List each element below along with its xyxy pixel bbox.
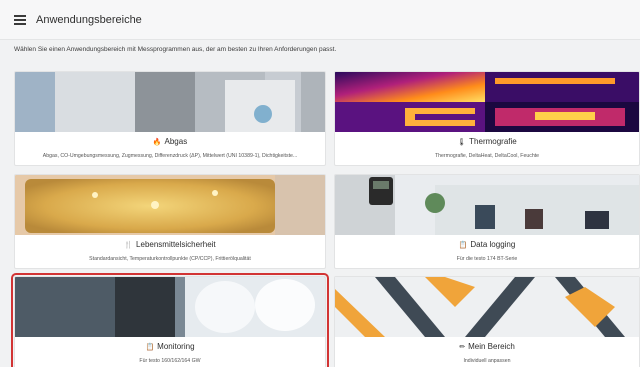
card-thermografie-title: 🌡 Thermografie [457,137,517,146]
abgas-image [15,72,325,132]
card-lebensmittelsicherheit-description: Standardansicht, Temperaturkontrollpunkt… [89,256,251,262]
clipboard-icon: 📋 [458,242,468,249]
top-app-bar: Anwendungsbereiche [0,0,640,40]
page-title: Anwendungsbereiche [36,14,142,26]
card-monitoring[interactable]: 📋 Monitoring Für testo 160/162/164 GW [11,273,329,367]
card-lebensmittelsicherheit-title: 🍴 Lebensmittelsicherheit [124,240,216,249]
pencil-icon: ✏ [459,344,466,351]
card-monitoring-description: Für testo 160/162/164 GW [139,358,201,364]
thermometer-icon: 🌡 [457,139,467,146]
card-thermografie[interactable]: 🌡 Thermografie Thermografie, DeltaHeat, D… [334,71,640,166]
card-data-logging-title: 📋 Data logging [458,240,516,249]
card-data-logging-description: Für die testo 174 BT-Serie [456,256,518,262]
card-mein-bereich-description: Individuell anpassen [463,358,511,364]
mein-bereich-image [335,277,639,337]
thermografie-image [335,72,639,132]
clipboard-icon: 📋 [145,344,155,351]
card-mein-bereich[interactable]: ✏ Mein Bereich Individuell anpassen [334,276,640,367]
card-abgas[interactable]: 🔥 Abgas Abgas, CO-Umgebungsmessung, Zugme… [14,71,326,166]
card-abgas-title: 🔥 Abgas [152,137,188,146]
hamburger-menu-icon[interactable] [14,15,26,25]
card-thermografie-description: Thermografie, DeltaHeat, DeltaCool, Feuc… [434,153,540,159]
card-abgas-description: Abgas, CO-Umgebungsmessung, Zugmessung, … [42,153,298,159]
intro-text: Wählen Sie einen Anwendungsbereich mit M… [14,46,337,53]
card-monitoring-title: 📋 Monitoring [145,342,195,351]
monitoring-image [15,277,325,337]
lebensmittelsicherheit-image [15,175,325,235]
card-data-logging[interactable]: 📋 Data logging Für die testo 174 BT-Serie [334,174,640,269]
fork-knife-icon: 🍴 [124,242,134,249]
card-lebensmittelsicherheit[interactable]: 🍴 Lebensmittelsicherheit Standardansicht,… [14,174,326,269]
data-logging-image [335,175,639,235]
flame-icon: 🔥 [152,139,162,146]
card-mein-bereich-title: ✏ Mein Bereich [459,342,515,351]
